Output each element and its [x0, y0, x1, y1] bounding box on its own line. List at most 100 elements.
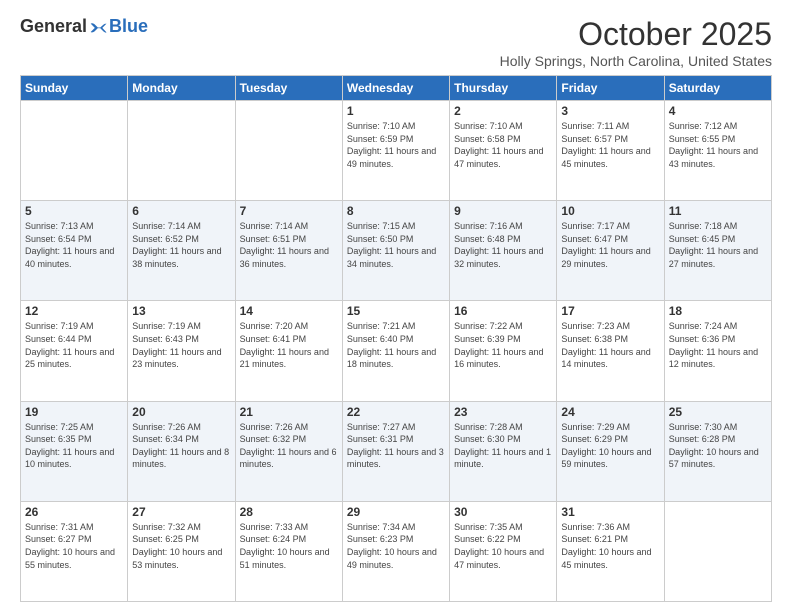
day-info: Sunrise: 7:33 AM Sunset: 6:24 PM Dayligh… [240, 521, 338, 571]
day-info: Sunrise: 7:13 AM Sunset: 6:54 PM Dayligh… [25, 220, 123, 270]
calendar-cell [235, 101, 342, 201]
day-info: Sunrise: 7:26 AM Sunset: 6:32 PM Dayligh… [240, 421, 338, 471]
day-number: 1 [347, 104, 445, 118]
calendar-header-saturday: Saturday [664, 76, 771, 101]
day-number: 2 [454, 104, 552, 118]
calendar-header-tuesday: Tuesday [235, 76, 342, 101]
day-info: Sunrise: 7:17 AM Sunset: 6:47 PM Dayligh… [561, 220, 659, 270]
calendar-cell: 6 Sunrise: 7:14 AM Sunset: 6:52 PM Daylig… [128, 201, 235, 301]
calendar-header-sunday: Sunday [21, 76, 128, 101]
day-number: 16 [454, 304, 552, 318]
day-info: Sunrise: 7:18 AM Sunset: 6:45 PM Dayligh… [669, 220, 767, 270]
day-info: Sunrise: 7:14 AM Sunset: 6:51 PM Dayligh… [240, 220, 338, 270]
day-info: Sunrise: 7:23 AM Sunset: 6:38 PM Dayligh… [561, 320, 659, 370]
calendar-cell: 5 Sunrise: 7:13 AM Sunset: 6:54 PM Daylig… [21, 201, 128, 301]
day-number: 4 [669, 104, 767, 118]
calendar-cell: 16 Sunrise: 7:22 AM Sunset: 6:39 PM Dayli… [450, 301, 557, 401]
day-number: 14 [240, 304, 338, 318]
day-info: Sunrise: 7:26 AM Sunset: 6:34 PM Dayligh… [132, 421, 230, 471]
day-number: 5 [25, 204, 123, 218]
day-info: Sunrise: 7:16 AM Sunset: 6:48 PM Dayligh… [454, 220, 552, 270]
day-number: 7 [240, 204, 338, 218]
day-number: 19 [25, 405, 123, 419]
calendar-cell: 2 Sunrise: 7:10 AM Sunset: 6:58 PM Daylig… [450, 101, 557, 201]
calendar-cell: 30 Sunrise: 7:35 AM Sunset: 6:22 PM Dayli… [450, 501, 557, 601]
day-number: 18 [669, 304, 767, 318]
calendar-header-friday: Friday [557, 76, 664, 101]
calendar-cell: 21Sunrise: 7:26 AM Sunset: 6:32 PM Dayli… [235, 401, 342, 501]
day-number: 15 [347, 304, 445, 318]
calendar-cell: 15 Sunrise: 7:21 AM Sunset: 6:40 PM Dayli… [342, 301, 449, 401]
month-title: October 2025 [500, 16, 772, 53]
calendar-cell: 17 Sunrise: 7:23 AM Sunset: 6:38 PM Dayli… [557, 301, 664, 401]
day-info: Sunrise: 7:35 AM Sunset: 6:22 PM Dayligh… [454, 521, 552, 571]
calendar-header-row: SundayMondayTuesdayWednesdayThursdayFrid… [21, 76, 772, 101]
day-number: 20 [132, 405, 230, 419]
calendar-cell: 31 Sunrise: 7:36 AM Sunset: 6:21 PM Dayli… [557, 501, 664, 601]
location-title: Holly Springs, North Carolina, United St… [500, 53, 772, 69]
day-info: Sunrise: 7:32 AM Sunset: 6:25 PM Dayligh… [132, 521, 230, 571]
day-number: 27 [132, 505, 230, 519]
day-number: 26 [25, 505, 123, 519]
calendar-cell: 11 Sunrise: 7:18 AM Sunset: 6:45 PM Dayli… [664, 201, 771, 301]
calendar-week-row: 19 Sunrise: 7:25 AM Sunset: 6:35 PM Dayli… [21, 401, 772, 501]
day-info: Sunrise: 7:25 AM Sunset: 6:35 PM Dayligh… [25, 421, 123, 471]
calendar-cell: 8Sunrise: 7:15 AM Sunset: 6:50 PM Daylig… [342, 201, 449, 301]
day-info: Sunrise: 7:22 AM Sunset: 6:39 PM Dayligh… [454, 320, 552, 370]
day-info: Sunrise: 7:21 AM Sunset: 6:40 PM Dayligh… [347, 320, 445, 370]
calendar-cell [21, 101, 128, 201]
calendar-cell: 25Sunrise: 7:30 AM Sunset: 6:28 PM Dayli… [664, 401, 771, 501]
calendar-cell: 26Sunrise: 7:31 AM Sunset: 6:27 PM Dayli… [21, 501, 128, 601]
logo-bird-icon [89, 17, 109, 37]
page: General Blue October 2025 Holly Springs,… [0, 0, 792, 612]
day-info: Sunrise: 7:24 AM Sunset: 6:36 PM Dayligh… [669, 320, 767, 370]
calendar-week-row: 1Sunrise: 7:10 AM Sunset: 6:59 PM Daylig… [21, 101, 772, 201]
day-info: Sunrise: 7:12 AM Sunset: 6:55 PM Dayligh… [669, 120, 767, 170]
day-number: 9 [454, 204, 552, 218]
day-number: 17 [561, 304, 659, 318]
day-info: Sunrise: 7:10 AM Sunset: 6:58 PM Dayligh… [454, 120, 552, 170]
calendar-cell: 7 Sunrise: 7:14 AM Sunset: 6:51 PM Daylig… [235, 201, 342, 301]
day-number: 6 [132, 204, 230, 218]
calendar-cell: 29Sunrise: 7:34 AM Sunset: 6:23 PM Dayli… [342, 501, 449, 601]
day-number: 29 [347, 505, 445, 519]
calendar-cell: 18 Sunrise: 7:24 AM Sunset: 6:36 PM Dayli… [664, 301, 771, 401]
logo-general-text: General [20, 16, 87, 37]
calendar-header-monday: Monday [128, 76, 235, 101]
day-info: Sunrise: 7:29 AM Sunset: 6:29 PM Dayligh… [561, 421, 659, 471]
day-number: 31 [561, 505, 659, 519]
day-info: Sunrise: 7:11 AM Sunset: 6:57 PM Dayligh… [561, 120, 659, 170]
day-number: 8 [347, 204, 445, 218]
day-info: Sunrise: 7:19 AM Sunset: 6:44 PM Dayligh… [25, 320, 123, 370]
calendar-table: SundayMondayTuesdayWednesdayThursdayFrid… [20, 75, 772, 602]
calendar-week-row: 5 Sunrise: 7:13 AM Sunset: 6:54 PM Daylig… [21, 201, 772, 301]
day-number: 22 [347, 405, 445, 419]
day-info: Sunrise: 7:27 AM Sunset: 6:31 PM Dayligh… [347, 421, 445, 471]
calendar-cell: 13Sunrise: 7:19 AM Sunset: 6:43 PM Dayli… [128, 301, 235, 401]
calendar-week-row: 26Sunrise: 7:31 AM Sunset: 6:27 PM Dayli… [21, 501, 772, 601]
calendar-cell: 12Sunrise: 7:19 AM Sunset: 6:44 PM Dayli… [21, 301, 128, 401]
day-info: Sunrise: 7:14 AM Sunset: 6:52 PM Dayligh… [132, 220, 230, 270]
day-number: 3 [561, 104, 659, 118]
calendar-week-row: 12Sunrise: 7:19 AM Sunset: 6:44 PM Dayli… [21, 301, 772, 401]
day-info: Sunrise: 7:20 AM Sunset: 6:41 PM Dayligh… [240, 320, 338, 370]
day-number: 11 [669, 204, 767, 218]
calendar-cell: 27 Sunrise: 7:32 AM Sunset: 6:25 PM Dayli… [128, 501, 235, 601]
day-number: 10 [561, 204, 659, 218]
logo-blue-text: Blue [109, 16, 148, 37]
logo: General Blue [20, 16, 148, 37]
calendar-cell: 24Sunrise: 7:29 AM Sunset: 6:29 PM Dayli… [557, 401, 664, 501]
title-section: October 2025 Holly Springs, North Caroli… [500, 16, 772, 69]
day-number: 30 [454, 505, 552, 519]
day-info: Sunrise: 7:19 AM Sunset: 6:43 PM Dayligh… [132, 320, 230, 370]
calendar-cell: 19 Sunrise: 7:25 AM Sunset: 6:35 PM Dayli… [21, 401, 128, 501]
calendar-cell [664, 501, 771, 601]
calendar-cell: 1Sunrise: 7:10 AM Sunset: 6:59 PM Daylig… [342, 101, 449, 201]
day-number: 28 [240, 505, 338, 519]
calendar-cell: 28 Sunrise: 7:33 AM Sunset: 6:24 PM Dayli… [235, 501, 342, 601]
day-info: Sunrise: 7:36 AM Sunset: 6:21 PM Dayligh… [561, 521, 659, 571]
calendar-cell: 23Sunrise: 7:28 AM Sunset: 6:30 PM Dayli… [450, 401, 557, 501]
calendar-cell [128, 101, 235, 201]
day-info: Sunrise: 7:30 AM Sunset: 6:28 PM Dayligh… [669, 421, 767, 471]
calendar-cell: 10 Sunrise: 7:17 AM Sunset: 6:47 PM Dayli… [557, 201, 664, 301]
